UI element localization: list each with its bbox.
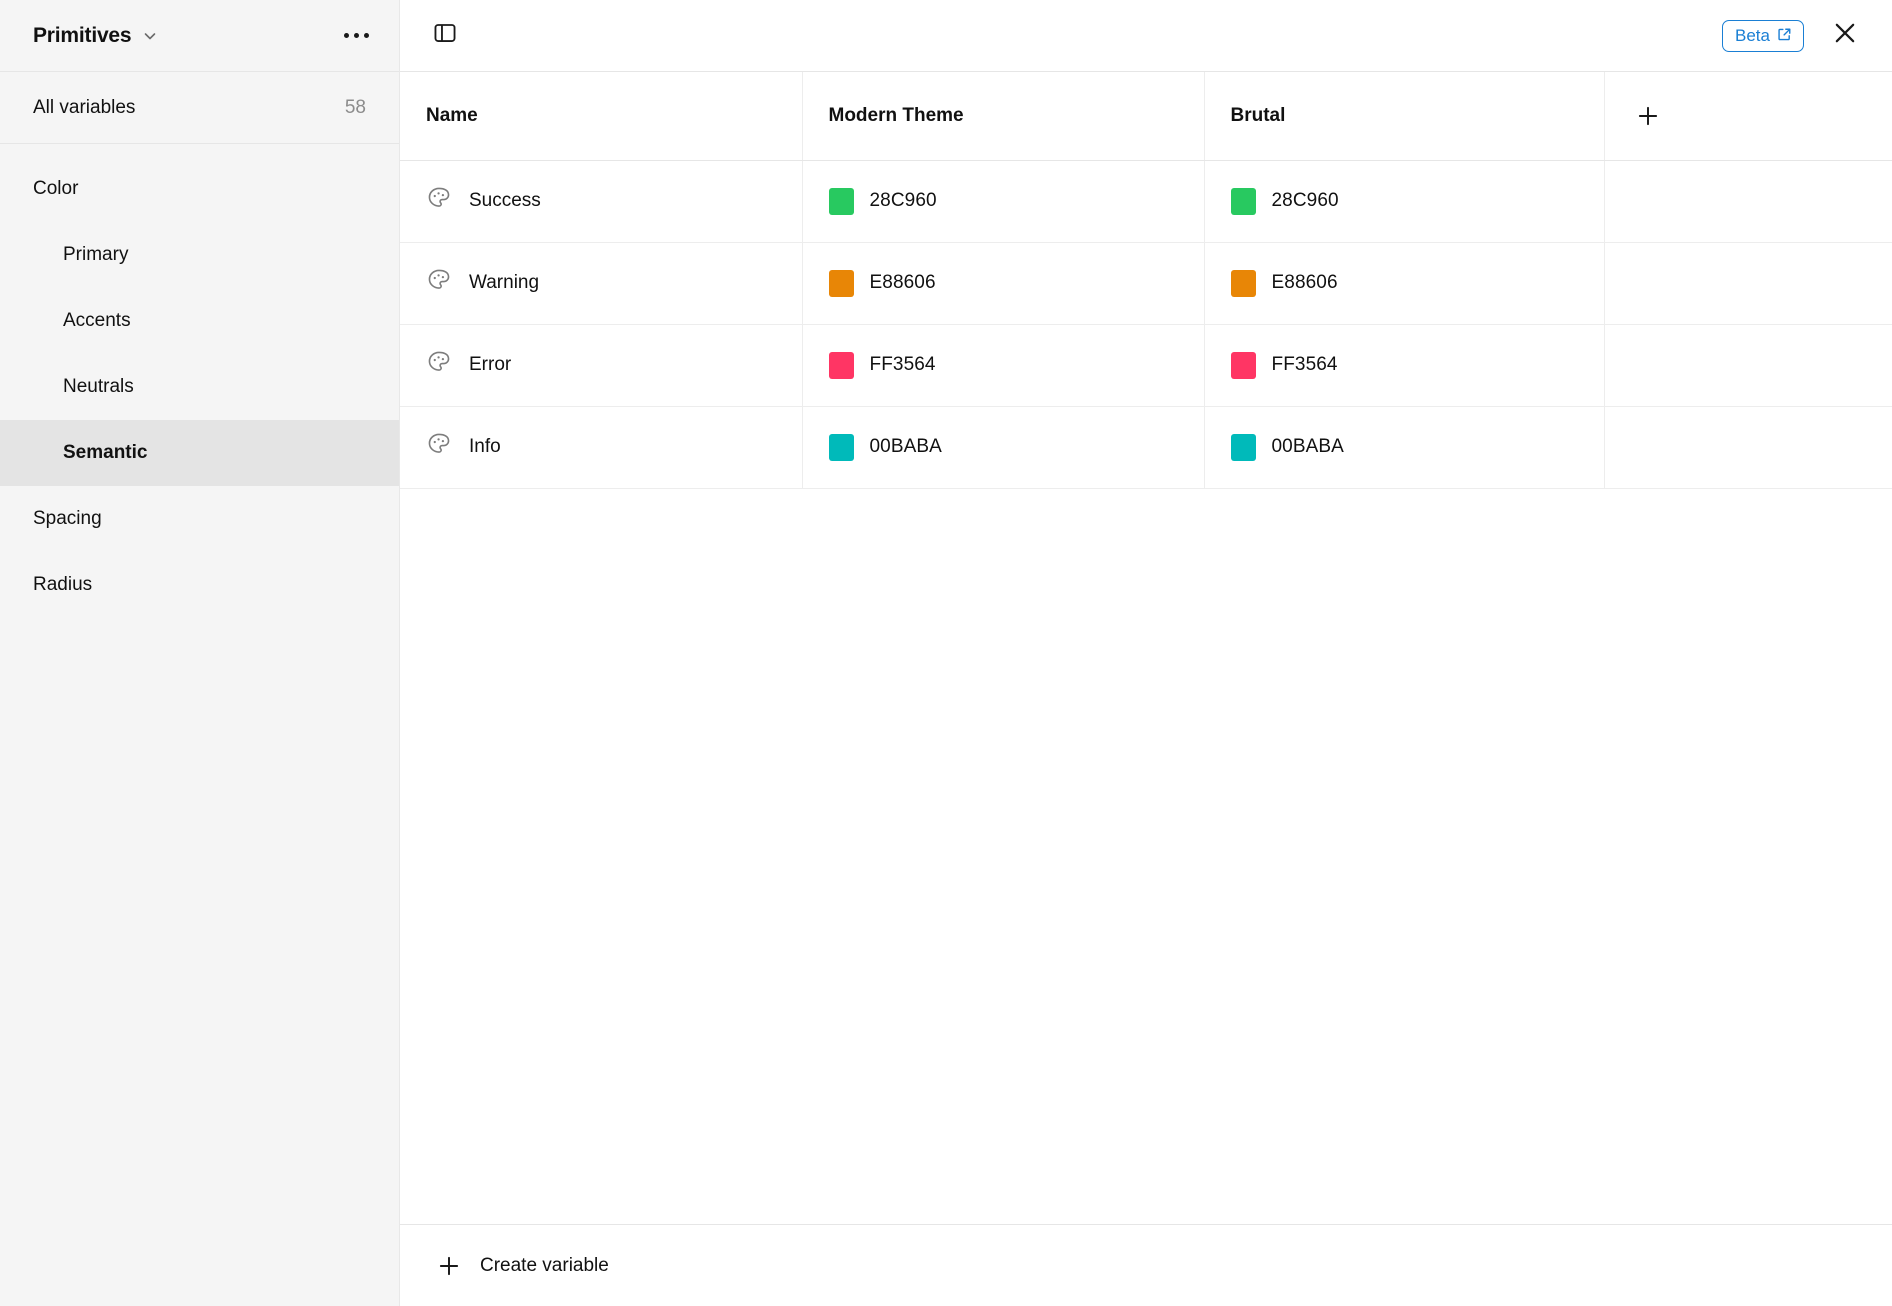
color-palette-icon [426, 431, 452, 463]
add-mode-column-header [1604, 72, 1892, 161]
variable-name: Warning [469, 272, 540, 293]
table-header-row: Name Modern Theme Brutal [400, 72, 1892, 161]
variable-value-cell-brutal[interactable]: FF3564 [1204, 324, 1605, 407]
beta-label: Beta [1735, 26, 1770, 45]
sidebar-item-primary[interactable]: Primary [0, 222, 399, 288]
beta-badge-button[interactable]: Beta [1722, 19, 1804, 52]
sidebar-item-radius[interactable]: Radius [0, 552, 399, 618]
table-body: Success 28C960 28C960 Warning E88606 E88… [400, 160, 1892, 489]
variable-name-cell[interactable]: Error [400, 324, 803, 407]
sidebar-item-label: Accents [63, 310, 131, 331]
close-button[interactable] [1824, 15, 1866, 57]
sidebar-item-label: Neutrals [63, 376, 134, 397]
collection-options-button[interactable] [340, 27, 373, 44]
table-empty-space [400, 488, 1892, 1224]
variable-name: Error [469, 354, 512, 375]
sidebar-item-color[interactable]: Color [0, 156, 399, 222]
create-variable-button[interactable]: Create variable [436, 1253, 609, 1279]
color-hex-value: 28C960 [1271, 190, 1339, 211]
add-mode-button[interactable] [1635, 103, 1892, 129]
variables-panel: Primitives All variables 58 Color Primar… [0, 0, 1892, 1306]
column-header-name[interactable]: Name [400, 72, 803, 161]
color-swatch[interactable] [828, 269, 854, 297]
ellipsis-icon-dot [354, 33, 359, 38]
color-hex-value: 28C960 [869, 190, 937, 211]
variable-name-cell[interactable]: Warning [400, 242, 803, 325]
color-swatch[interactable] [828, 187, 854, 215]
sidebar-item-neutrals[interactable]: Neutrals [0, 354, 399, 420]
collection-name: Primitives [33, 24, 132, 47]
empty-cell [1604, 160, 1892, 243]
color-hex-value: 00BABA [869, 436, 942, 457]
table-row[interactable]: Info 00BABA 00BABA [400, 406, 1892, 489]
sidebar-item-label: Primary [63, 244, 129, 265]
create-variable-label: Create variable [480, 1254, 609, 1276]
variables-table: Name Modern Theme Brutal Success 28C960 … [400, 72, 1892, 489]
main-toolbar: Beta [400, 0, 1892, 72]
sidebar-item-spacing[interactable]: Spacing [0, 486, 399, 552]
color-swatch[interactable] [828, 433, 854, 461]
variables-table-wrap: Name Modern Theme Brutal Success 28C960 … [400, 72, 1892, 1224]
sidebar-item-label: Radius [33, 574, 93, 595]
color-hex-value: FF3564 [869, 354, 936, 375]
color-swatch[interactable] [828, 351, 854, 379]
ellipsis-icon-dot [364, 33, 369, 38]
sidebar-header: Primitives [0, 0, 399, 72]
table-row[interactable]: Error FF3564 FF3564 [400, 324, 1892, 407]
sidebar-group-tree: Color Primary Accents Neutrals Semantic … [0, 144, 399, 1306]
color-hex-value: E88606 [869, 272, 936, 293]
sidebar-item-label: Color [33, 178, 79, 199]
variable-value-cell-modern-theme[interactable]: 28C960 [802, 160, 1205, 243]
main-footer: Create variable [400, 1224, 1892, 1306]
color-palette-icon [426, 185, 452, 217]
sidebar-panel-icon [432, 20, 458, 51]
variable-value-cell-brutal[interactable]: 28C960 [1204, 160, 1605, 243]
variable-name: Info [469, 436, 501, 457]
color-palette-icon [426, 349, 452, 381]
color-swatch[interactable] [1230, 269, 1256, 297]
all-variables-label: All variables [33, 96, 136, 118]
table-row[interactable]: Success 28C960 28C960 [400, 160, 1892, 243]
sidebar-panel-toggle-button[interactable] [424, 15, 466, 57]
close-icon [1831, 19, 1859, 52]
chevron-down-icon [142, 28, 158, 44]
all-variables-count: 58 [344, 96, 366, 118]
empty-cell [1604, 406, 1892, 489]
variable-name-cell[interactable]: Success [400, 160, 803, 243]
sidebar-item-semantic[interactable]: Semantic [0, 420, 399, 486]
empty-cell [1604, 324, 1892, 407]
external-link-icon [1777, 27, 1792, 45]
column-header-brutal[interactable]: Brutal [1204, 72, 1605, 161]
variable-value-cell-brutal[interactable]: 00BABA [1204, 406, 1605, 489]
color-hex-value: E88606 [1271, 272, 1338, 293]
table-header: Name Modern Theme Brutal [400, 72, 1892, 161]
variable-value-cell-brutal[interactable]: E88606 [1204, 242, 1605, 325]
sidebar-item-accents[interactable]: Accents [0, 288, 399, 354]
variable-name-cell[interactable]: Info [400, 406, 803, 489]
sidebar-item-label: Spacing [33, 508, 102, 529]
variable-value-cell-modern-theme[interactable]: FF3564 [802, 324, 1205, 407]
color-palette-icon [426, 267, 452, 299]
sidebar-item-label: Semantic [63, 442, 148, 463]
column-header-modern-theme[interactable]: Modern Theme [802, 72, 1205, 161]
variable-name: Success [469, 190, 541, 211]
collection-selector[interactable]: Primitives [33, 25, 158, 46]
color-hex-value: 00BABA [1271, 436, 1344, 457]
color-swatch[interactable] [1230, 351, 1256, 379]
main-area: Beta Name Modern Theme Brutal Success 28… [400, 0, 1892, 1306]
plus-icon [436, 1253, 462, 1279]
color-hex-value: FF3564 [1271, 354, 1338, 375]
ellipsis-icon-dot [344, 33, 349, 38]
sidebar-item-all-variables[interactable]: All variables 58 [0, 72, 399, 144]
color-swatch[interactable] [1230, 433, 1256, 461]
variable-value-cell-modern-theme[interactable]: 00BABA [802, 406, 1205, 489]
empty-cell [1604, 242, 1892, 325]
sidebar: Primitives All variables 58 Color Primar… [0, 0, 400, 1306]
color-swatch[interactable] [1230, 187, 1256, 215]
variable-value-cell-modern-theme[interactable]: E88606 [802, 242, 1205, 325]
table-row[interactable]: Warning E88606 E88606 [400, 242, 1892, 325]
